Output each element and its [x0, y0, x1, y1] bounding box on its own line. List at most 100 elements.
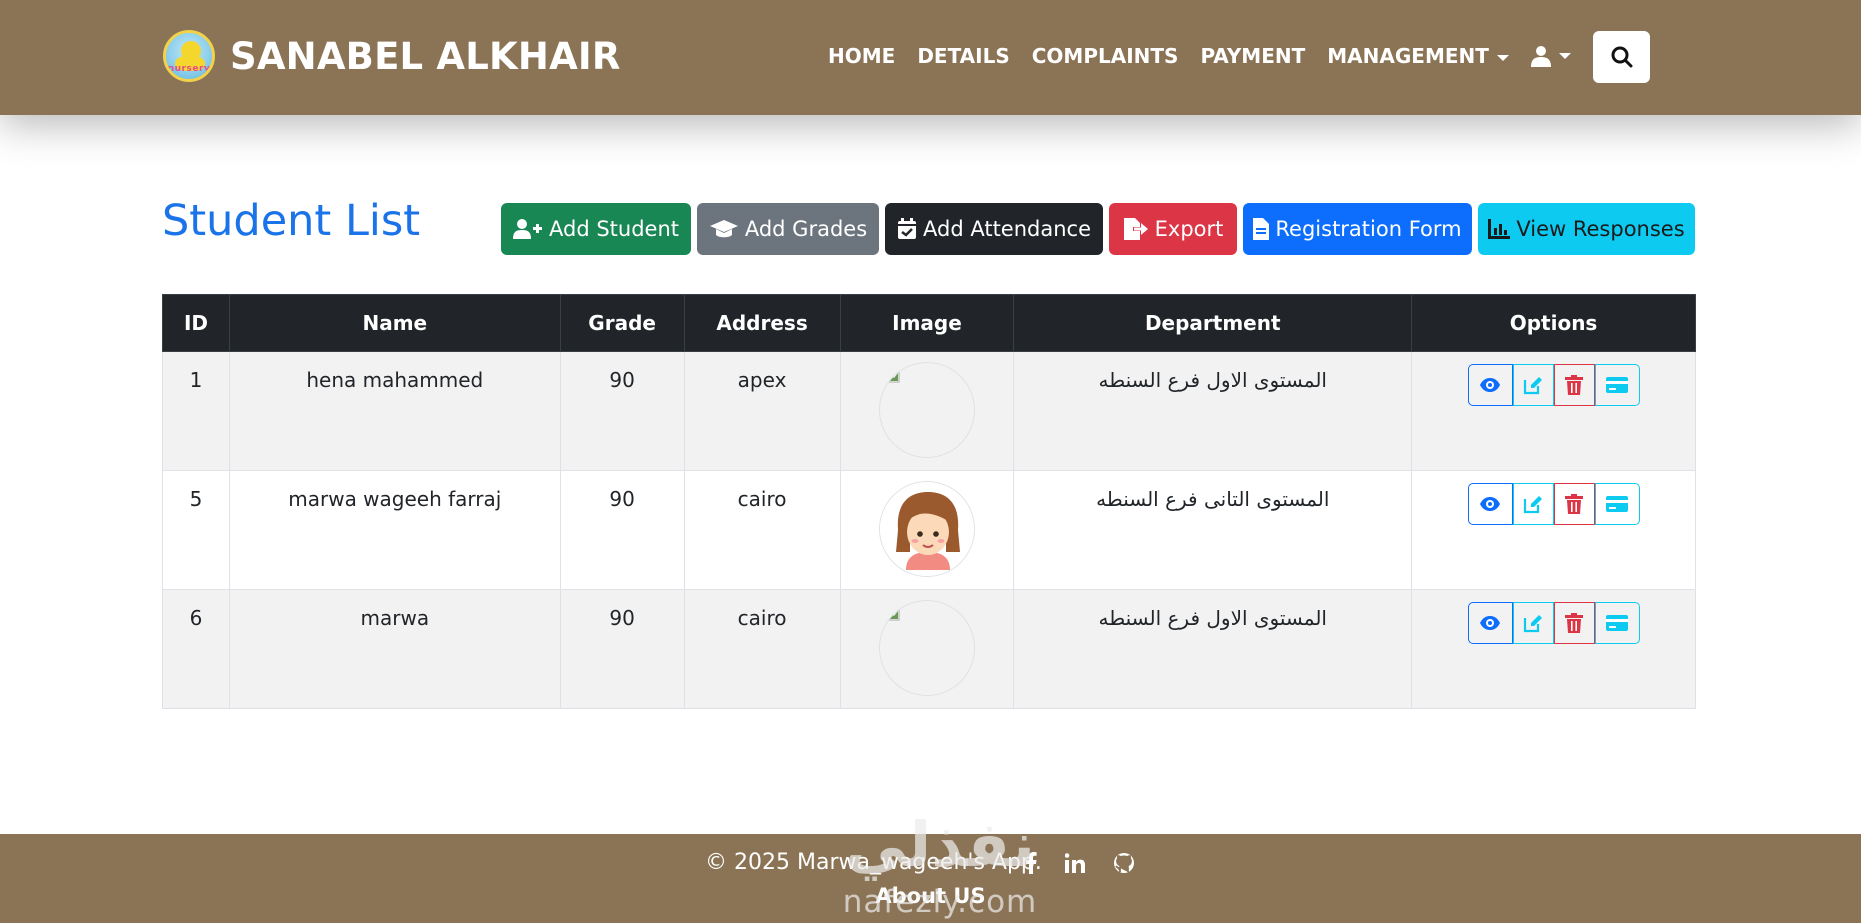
- header-address: Address: [683, 294, 841, 352]
- nav-management[interactable]: MANAGEMENT: [1327, 44, 1509, 68]
- cell-id: 6: [162, 589, 230, 709]
- view-button[interactable]: [1467, 364, 1513, 406]
- cell-address: cairo: [683, 470, 841, 590]
- table-row: 6 marwa 90 cairo المستوى الاول فرع السنط…: [162, 589, 1696, 709]
- add-grades-button[interactable]: Add Grades: [697, 203, 879, 255]
- chevron-down-icon: [1558, 53, 1571, 59]
- calendar-check-icon: [898, 218, 916, 239]
- edit-button[interactable]: [1512, 483, 1554, 525]
- export-button[interactable]: Export: [1109, 203, 1237, 255]
- chart-bar-icon: [1488, 219, 1511, 239]
- add-attendance-button[interactable]: Add Attendance: [885, 203, 1103, 255]
- nav-payment[interactable]: PAYMENT: [1200, 44, 1305, 68]
- payment-button[interactable]: [1594, 483, 1640, 525]
- registration-form-button[interactable]: Registration Form: [1243, 203, 1472, 255]
- payment-button[interactable]: [1594, 602, 1640, 644]
- cell-address: cairo: [683, 589, 841, 709]
- search-icon: [1611, 46, 1632, 68]
- graduation-cap-icon: [709, 220, 738, 238]
- cell-department: المستوى الاول فرع السنطه: [1013, 589, 1413, 709]
- nav-management-label: MANAGEMENT: [1327, 44, 1489, 68]
- brand[interactable]: nursery SANABEL ALKHAIR: [163, 30, 621, 82]
- copyright-text: © 2025 Marwa_wageeh's App.: [705, 850, 1042, 875]
- view-button[interactable]: [1467, 483, 1513, 525]
- cell-grade: 90: [559, 470, 685, 590]
- delete-button[interactable]: [1553, 483, 1595, 525]
- delete-button[interactable]: [1553, 602, 1595, 644]
- view-responses-button[interactable]: View Responses: [1478, 203, 1695, 255]
- brand-name: SANABEL ALKHAIR: [230, 34, 621, 78]
- cell-options: [1411, 470, 1696, 590]
- broken-image-icon: [884, 605, 900, 621]
- action-toolbar: Add Student Add Grades Add Attendance Ex…: [501, 203, 1695, 255]
- credit-card-icon: [1606, 496, 1629, 512]
- credit-card-icon: [1606, 615, 1629, 631]
- broken-image-icon: [884, 367, 900, 383]
- footer: © 2025 Marwa_wageeh's App. About US: [0, 834, 1861, 923]
- user-menu[interactable]: [1530, 45, 1571, 67]
- trash-icon: [1565, 613, 1584, 633]
- student-avatar: [878, 362, 975, 458]
- github-link[interactable]: [1113, 852, 1135, 874]
- cell-options: [1411, 351, 1696, 471]
- linkedin-link[interactable]: [1065, 853, 1085, 873]
- nav-details[interactable]: DETAILS: [917, 44, 1009, 68]
- table-row: 5 marwa wageeh farraj 90 cairo المستوى ا…: [162, 470, 1696, 590]
- students-table: ID Name Grade Address Image Department O…: [162, 294, 1696, 709]
- header-grade: Grade: [559, 294, 685, 352]
- cell-address: apex: [683, 351, 841, 471]
- credit-card-icon: [1606, 377, 1629, 393]
- cell-id: 5: [162, 470, 230, 590]
- add-grades-label: Add Grades: [744, 217, 868, 241]
- search-button[interactable]: [1593, 31, 1650, 83]
- header-id: ID: [162, 294, 230, 352]
- view-button[interactable]: [1467, 602, 1513, 644]
- cell-department: المستوى التانى فرع السنطه: [1013, 470, 1413, 590]
- trash-icon: [1565, 375, 1584, 395]
- delete-button[interactable]: [1553, 364, 1595, 406]
- payment-button[interactable]: [1594, 364, 1640, 406]
- header-department: Department: [1013, 294, 1413, 352]
- nav-home[interactable]: HOME: [828, 44, 895, 68]
- row-actions: [1467, 483, 1640, 525]
- registration-form-label: Registration Form: [1275, 217, 1462, 241]
- cell-grade: 90: [559, 589, 685, 709]
- table-header-row: ID Name Grade Address Image Department O…: [162, 294, 1696, 352]
- user-icon: [1530, 46, 1551, 67]
- facebook-icon: [1026, 852, 1037, 874]
- file-export-icon: [1123, 218, 1148, 240]
- edit-icon: [1523, 377, 1543, 395]
- cell-id: 1: [162, 351, 230, 471]
- cell-name: marwa wageeh farraj: [228, 470, 561, 590]
- edit-button[interactable]: [1512, 364, 1554, 406]
- row-actions: [1467, 364, 1640, 406]
- about-us-link[interactable]: About US: [0, 884, 1861, 908]
- edit-icon: [1523, 615, 1543, 633]
- header-options: Options: [1411, 294, 1696, 352]
- header-image: Image: [839, 294, 1015, 352]
- student-avatar: [878, 481, 975, 577]
- edit-button[interactable]: [1512, 602, 1554, 644]
- facebook-link[interactable]: [1025, 852, 1037, 874]
- nav-complaints[interactable]: COMPLAINTS: [1032, 44, 1179, 68]
- export-label: Export: [1154, 217, 1224, 241]
- cell-options: [1411, 589, 1696, 709]
- add-student-label: Add Student: [549, 217, 679, 241]
- eye-icon: [1480, 497, 1501, 511]
- cell-department: المستوى الاول فرع السنطه: [1013, 351, 1413, 471]
- view-responses-label: View Responses: [1516, 217, 1685, 241]
- eye-icon: [1480, 616, 1501, 630]
- page-title: Student List: [162, 196, 421, 246]
- main-nav: HOME DETAILS COMPLAINTS PAYMENT MANAGEME…: [828, 44, 1571, 68]
- cell-image: [839, 589, 1015, 709]
- trash-icon: [1565, 494, 1584, 514]
- cell-image: [839, 470, 1015, 590]
- add-attendance-label: Add Attendance: [923, 217, 1091, 241]
- add-student-button[interactable]: Add Student: [501, 203, 691, 255]
- row-actions: [1467, 602, 1640, 644]
- linkedin-icon: [1065, 853, 1085, 873]
- edit-icon: [1523, 496, 1543, 514]
- student-avatar: [878, 600, 975, 696]
- user-plus-icon: [513, 219, 542, 239]
- social-links: [1025, 852, 1163, 874]
